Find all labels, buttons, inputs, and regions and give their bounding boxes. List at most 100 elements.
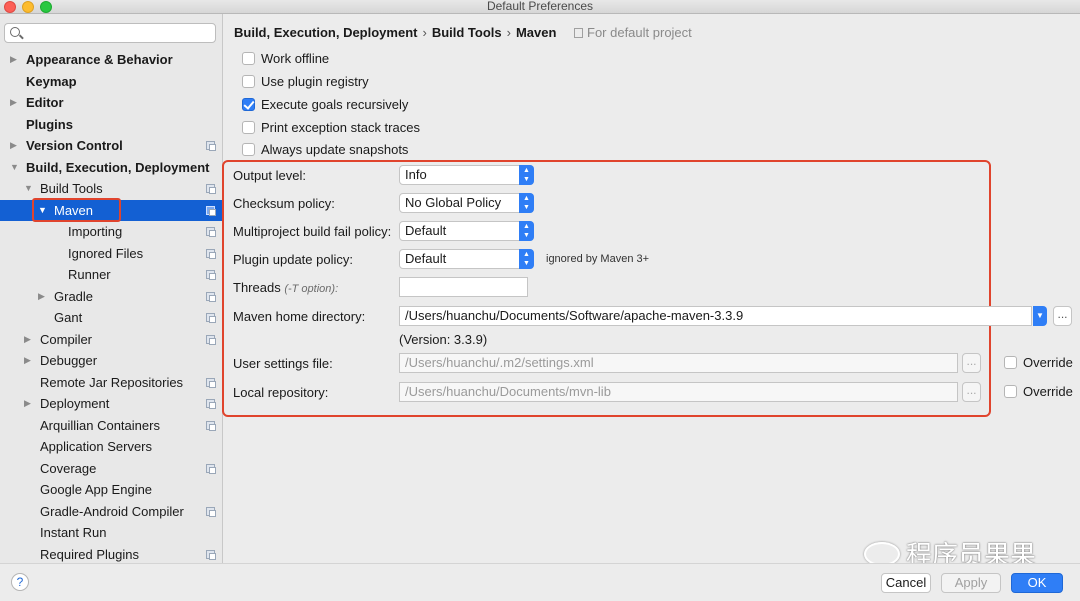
project-scope-icon <box>206 184 216 194</box>
local-repo-label: Local repository: <box>233 385 329 400</box>
print-traces-checkbox[interactable] <box>242 121 255 134</box>
expand-right-icon[interactable]: ▶ <box>38 286 45 308</box>
sidebar-item-google-app-engine[interactable]: Google App Engine <box>0 479 222 501</box>
update-snapshots-checkbox[interactable] <box>242 143 255 156</box>
sidebar-item-label: Ignored Files <box>68 245 144 261</box>
expand-down-icon[interactable]: ▼ <box>24 178 33 200</box>
sidebar-item-label: Instant Run <box>40 525 107 540</box>
project-scope-icon <box>206 313 216 323</box>
breadcrumb-build-execution: Build, Execution, Deployment <box>234 25 418 40</box>
sidebar-item-application-servers[interactable]: Application Servers <box>0 436 222 458</box>
expand-right-icon[interactable]: ▶ <box>10 135 17 157</box>
maven-home-browse-button[interactable]: ... <box>1053 306 1072 326</box>
cancel-button[interactable]: Cancel <box>881 573 931 593</box>
sidebar-item-build-tools[interactable]: ▼ Build Tools <box>0 178 222 200</box>
settings-tree: ▶ Appearance & Behavior Keymap ▶ Editor Plugi… <box>0 49 222 564</box>
sidebar-item-coverage[interactable]: Coverage <box>0 458 222 480</box>
sidebar-item-label: Keymap <box>26 73 77 89</box>
project-scope-icon <box>206 334 216 345</box>
user-settings-input[interactable]: /Users/huanchu/.m2/settings.xml <box>399 353 958 373</box>
sidebar-item-debugger[interactable]: ▶ Debugger <box>0 350 222 372</box>
sidebar-item-gradle[interactable]: ▶ Gradle <box>0 286 222 308</box>
sidebar-item-build-execution-deployment[interactable]: ▼ Build, Execution, Deployment <box>0 157 222 179</box>
project-scope-icon <box>206 463 216 474</box>
work-offline-label: Work offline <box>261 51 330 66</box>
checksum-policy-select[interactable]: No Global Policy ▲ ▼ <box>399 193 534 213</box>
breadcrumb-separator: › <box>422 25 427 40</box>
work-offline-checkbox-row[interactable]: Work offline <box>242 50 329 68</box>
local-repo-override-checkbox[interactable] <box>1004 385 1017 398</box>
highlight-box <box>32 197 121 222</box>
sidebar-item-instant-run[interactable]: Instant Run <box>0 522 222 544</box>
title-bar: Default Preferences <box>0 0 1080 14</box>
breadcrumb-maven: Maven <box>515 25 557 40</box>
project-scope-icon <box>206 549 216 560</box>
sidebar-item-label: Build Tools <box>40 181 103 196</box>
output-level-value: Info <box>405 167 427 182</box>
fail-policy-label: Multiproject build fail policy: <box>233 224 392 239</box>
project-scope-icon <box>206 248 216 259</box>
sidebar-item-plugins[interactable]: Plugins <box>0 114 222 136</box>
sidebar-item-appearance-behavior[interactable]: ▶ Appearance & Behavior <box>0 49 222 71</box>
sidebar-item-label: Appearance & Behavior <box>26 52 173 67</box>
user-settings-browse-button[interactable]: ... <box>962 353 981 373</box>
expand-right-icon[interactable]: ▶ <box>10 92 17 114</box>
sidebar-item-gradle-android-compiler[interactable]: Gradle-Android Compiler <box>0 501 222 523</box>
project-scope-icon <box>206 399 216 409</box>
update-snapshots-checkbox-row[interactable]: Always update snapshots <box>242 141 408 159</box>
plugin-registry-checkbox-row[interactable]: Use plugin registry <box>242 73 369 91</box>
sidebar-item-maven[interactable]: ▼ Maven <box>0 197 222 222</box>
expand-right-icon[interactable]: ▶ <box>24 393 31 415</box>
execute-recursively-checkbox[interactable] <box>242 98 255 111</box>
help-button[interactable]: ? <box>11 573 29 591</box>
sidebar-item-deployment[interactable]: ▶ Deployment <box>0 393 222 415</box>
expand-right-icon[interactable]: ▶ <box>24 350 31 372</box>
checksum-policy-value: No Global Policy <box>405 195 502 210</box>
select-arrows-icon: ▲ ▼ <box>519 165 534 185</box>
local-repo-input[interactable]: /Users/huanchu/Documents/mvn-lib <box>399 382 958 402</box>
local-repo-override-row[interactable]: Override <box>1004 384 1073 399</box>
sidebar-item-runner[interactable]: Runner <box>0 264 222 286</box>
sidebar-item-label: Compiler <box>40 331 93 347</box>
sidebar-item-ignored-files[interactable]: Ignored Files <box>0 243 222 265</box>
main-panel: Build, Execution, Deployment › Build Tools… <box>222 14 1080 563</box>
project-scope-icon <box>206 141 216 151</box>
project-scope-icon <box>206 270 216 280</box>
expand-right-icon[interactable]: ▶ <box>24 329 31 351</box>
plugin-registry-checkbox[interactable] <box>242 75 255 88</box>
ok-button[interactable]: OK <box>1011 573 1063 593</box>
sidebar-item-arquillian-containers[interactable]: Arquillian Containers <box>0 415 222 437</box>
apply-button[interactable]: Apply <box>941 573 1001 593</box>
expand-right-icon[interactable]: ▶ <box>10 49 17 71</box>
output-level-select[interactable]: Info ▲ ▼ <box>399 165 534 185</box>
work-offline-checkbox[interactable] <box>242 52 255 65</box>
plugin-update-select[interactable]: Default ▲ ▼ <box>399 249 534 269</box>
sidebar-item-compiler[interactable]: ▶ Compiler <box>0 329 222 351</box>
sidebar-item-required-plugins[interactable]: Required Plugins <box>0 544 222 564</box>
local-repo-browse-button[interactable]: ... <box>962 382 981 402</box>
sidebar-item-editor[interactable]: ▶ Editor <box>0 92 222 114</box>
sidebar-item-label: Gradle <box>54 288 94 304</box>
sidebar-item-label: Gradle-Android Compiler <box>40 503 184 519</box>
sidebar-item-label: Required Plugins <box>40 546 140 562</box>
maven-home-input[interactable]: /Users/huanchu/Documents/Software/apache… <box>399 306 1032 326</box>
fail-policy-select[interactable]: Default ▲ ▼ <box>399 221 534 241</box>
sidebar-item-remote-jar-repositories[interactable]: Remote Jar Repositories <box>0 372 222 394</box>
plugin-update-note: ignored by Maven 3+ <box>546 253 650 265</box>
user-settings-override-row[interactable]: Override <box>1004 355 1073 370</box>
maven-home-dropdown-button[interactable]: ▼ <box>1033 306 1047 326</box>
sidebar-item-gant[interactable]: Gant <box>0 307 222 329</box>
expand-down-icon[interactable]: ▼ <box>10 157 19 179</box>
user-settings-override-checkbox[interactable] <box>1004 356 1017 369</box>
search-input[interactable] <box>4 23 216 43</box>
threads-input[interactable] <box>399 277 528 297</box>
sidebar-item-label: Version Control <box>26 138 123 153</box>
sidebar-item-keymap[interactable]: Keymap <box>0 71 222 93</box>
sidebar-item-version-control[interactable]: ▶ Version Control <box>0 135 222 157</box>
print-traces-checkbox-row[interactable]: Print exception stack traces <box>242 119 420 137</box>
select-arrows-icon: ▲ ▼ <box>519 249 534 269</box>
scope-label: For default project <box>574 25 692 40</box>
execute-recursively-checkbox-row[interactable]: Execute goals recursively <box>242 96 408 114</box>
print-traces-label: Print exception stack traces <box>261 120 420 135</box>
sidebar-item-importing[interactable]: Importing <box>0 221 222 243</box>
